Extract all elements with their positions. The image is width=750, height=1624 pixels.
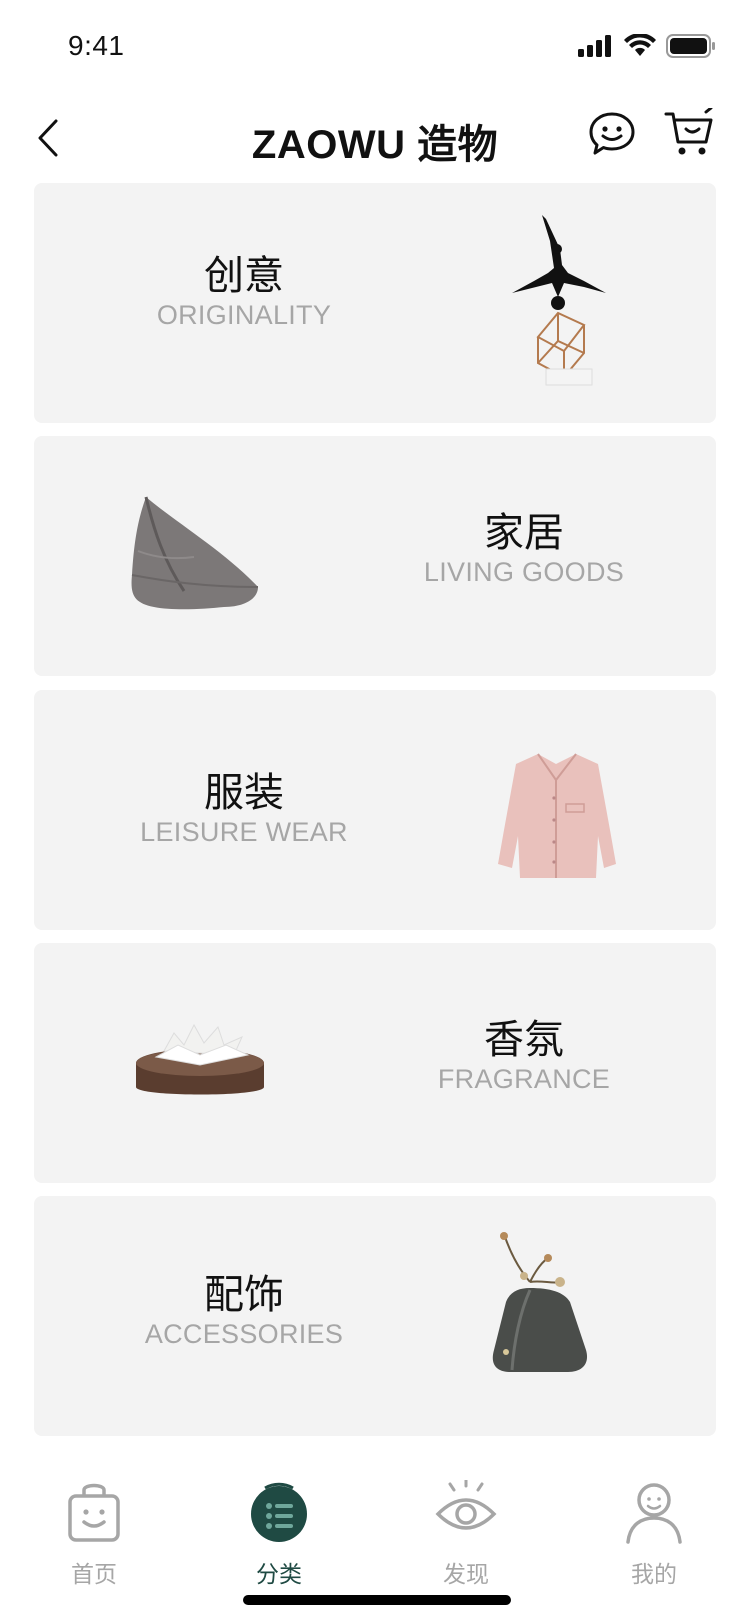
home-indicator xyxy=(243,1595,511,1605)
tab-label: 首页 xyxy=(71,1562,117,1588)
category-list-icon xyxy=(251,1482,307,1542)
beanbag-image xyxy=(131,496,259,610)
tab-home[interactable]: 首页 xyxy=(34,1480,154,1589)
nav-bar: ZAOWU 造物 xyxy=(0,92,750,184)
category-title-en: ACCESSORIES xyxy=(144,1319,344,1349)
category-card-originality[interactable]: 创意 ORIGINALITY xyxy=(34,183,716,423)
battery-icon xyxy=(666,34,715,58)
category-title-zh: 创意 xyxy=(204,253,284,299)
tab-profile[interactable]: 我的 xyxy=(594,1480,714,1589)
category-title-zh: 服装 xyxy=(204,770,284,816)
category-card-living-goods[interactable]: 家居 LIVING GOODS xyxy=(34,436,716,676)
shopping-cart-icon xyxy=(664,106,713,155)
category-title-en: FRAGRANCE xyxy=(437,1064,611,1094)
tab-category[interactable]: 分类 xyxy=(219,1480,339,1589)
category-text: 家居 LIVING GOODS xyxy=(394,510,654,588)
category-title-en: ORIGINALITY xyxy=(156,300,332,330)
status-bar: 9:41 xyxy=(0,0,750,88)
pajama-shirt-image xyxy=(498,753,616,878)
category-title-en: LIVING GOODS xyxy=(423,557,625,587)
vase-image xyxy=(492,1232,588,1372)
chat-smile-icon xyxy=(589,112,635,155)
message-button[interactable] xyxy=(588,110,636,158)
category-title-zh: 香氛 xyxy=(484,1017,564,1063)
user-icon xyxy=(626,1483,682,1544)
eye-icon xyxy=(435,1478,497,1530)
tab-label: 分类 xyxy=(256,1562,302,1588)
category-card-fragrance[interactable]: 香氛 FRAGRANCE xyxy=(34,943,716,1183)
status-time: 9:41 xyxy=(68,30,125,61)
status-icons xyxy=(578,34,716,58)
cart-button[interactable] xyxy=(664,106,714,158)
tab-label: 我的 xyxy=(631,1562,677,1588)
sculpture-image xyxy=(512,215,606,386)
category-text: 香氛 FRAGRANCE xyxy=(394,1017,654,1095)
category-text: 创意 ORIGINALITY xyxy=(114,253,374,331)
category-title-zh: 配饰 xyxy=(204,1272,284,1318)
fragrance-diffuser-image xyxy=(136,1023,264,1095)
category-card-leisure-wear[interactable]: 服装 LEISURE WEAR xyxy=(34,690,716,930)
signal-icon xyxy=(578,35,611,57)
page-title: ZAOWU 造物 xyxy=(251,123,499,167)
shopping-bag-icon xyxy=(68,1483,120,1542)
category-card-accessories[interactable]: 配饰 ACCESSORIES xyxy=(34,1196,716,1436)
category-text: 配饰 ACCESSORIES xyxy=(114,1272,374,1350)
wifi-icon xyxy=(624,34,656,56)
category-text: 服装 LEISURE WEAR xyxy=(114,770,374,848)
category-title-en: LEISURE WEAR xyxy=(140,817,348,847)
tab-label: 发现 xyxy=(443,1562,489,1588)
tab-discover[interactable]: 发现 xyxy=(406,1478,526,1589)
category-title-zh: 家居 xyxy=(484,510,564,556)
